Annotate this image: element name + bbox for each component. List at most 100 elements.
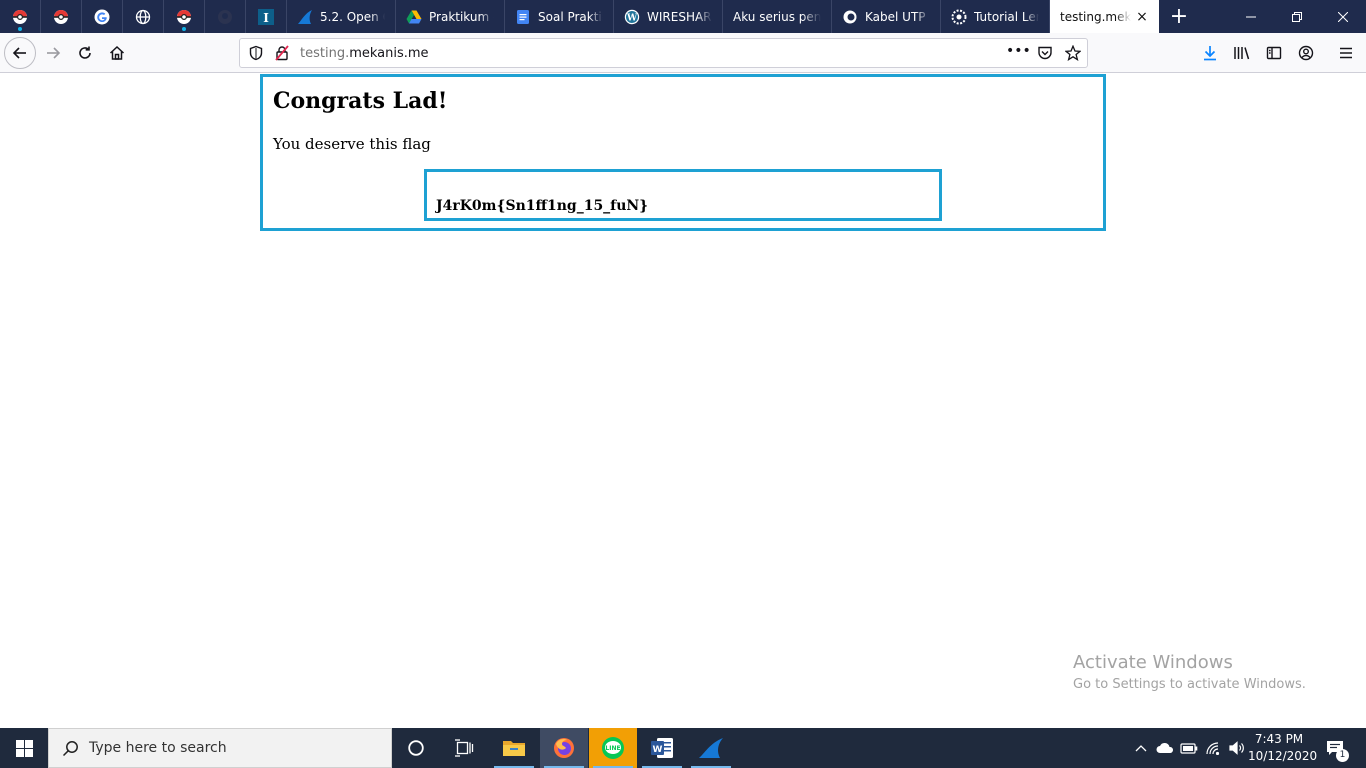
library-icon xyxy=(1234,47,1250,60)
close-tab-icon[interactable]: × xyxy=(1135,9,1149,25)
tab-pinned-1[interactable] xyxy=(0,0,41,33)
onedrive-button[interactable] xyxy=(1154,728,1176,768)
back-button[interactable] xyxy=(4,37,36,69)
volume-button[interactable] xyxy=(1226,728,1248,768)
page-message: You deserve this flag xyxy=(273,135,431,153)
network-button[interactable] xyxy=(1202,728,1224,768)
pokeball-icon xyxy=(53,9,69,25)
home-button[interactable] xyxy=(101,37,133,69)
tab-pinned-5[interactable] xyxy=(164,0,205,33)
word-icon: W xyxy=(651,738,673,758)
tab-active[interactable]: testing.mekan × xyxy=(1050,0,1159,33)
taskbar-search-box[interactable]: Type here to search xyxy=(48,728,392,768)
action-center-button[interactable]: 1 xyxy=(1320,728,1350,768)
tab-label: Kabel UTP ( xyxy=(865,9,930,24)
globe-icon xyxy=(135,9,151,25)
google-drive-icon xyxy=(406,9,422,25)
tab-tutorial[interactable]: Tutorial Len xyxy=(941,0,1050,33)
shark-fin-icon xyxy=(699,738,723,758)
task-view-button[interactable] xyxy=(440,728,488,768)
tab-pinned-2[interactable] xyxy=(41,0,82,33)
tab-aku-serius[interactable]: Aku serius penge xyxy=(723,0,832,33)
notification-count-badge: 1 xyxy=(1336,749,1349,762)
tab-label: Praktikum - xyxy=(429,9,494,24)
wifi-icon xyxy=(1206,742,1220,755)
insecure-lock-icon[interactable] xyxy=(274,45,290,65)
navigation-toolbar: testing.mekanis.me ••• xyxy=(0,33,1366,73)
minimize-button[interactable] xyxy=(1228,0,1274,33)
cortana-button[interactable] xyxy=(392,728,440,768)
url-domain: mekanis.me xyxy=(349,46,429,61)
close-window-button[interactable] xyxy=(1320,0,1366,33)
tab-label: 5.2. Open Ca xyxy=(320,9,385,24)
file-explorer-button[interactable] xyxy=(490,728,538,768)
i-icon: I xyxy=(258,8,274,25)
sidebar-icon xyxy=(1266,46,1282,60)
reload-button[interactable] xyxy=(69,37,101,69)
firefox-icon xyxy=(554,738,574,758)
svg-text:LINE: LINE xyxy=(605,745,620,752)
tab-pinned-4[interactable] xyxy=(123,0,164,33)
taskbar: Type here to search LINE W 7:43 PM 10/12… xyxy=(0,728,1366,768)
app-menu-button[interactable] xyxy=(1330,37,1362,69)
new-tab-button[interactable]: + xyxy=(1159,0,1199,33)
account-button[interactable] xyxy=(1290,37,1322,69)
activation-watermark-subtitle: Go to Settings to activate Windows. xyxy=(1073,677,1306,692)
tracking-shield-icon[interactable] xyxy=(248,45,264,65)
download-arrow-icon xyxy=(1204,46,1216,61)
windows-logo-icon xyxy=(15,739,33,757)
line-icon: LINE xyxy=(602,737,624,759)
tab-pinned-6[interactable] xyxy=(205,0,246,33)
pocket-icon[interactable] xyxy=(1037,45,1053,65)
line-button[interactable]: LINE xyxy=(589,728,637,768)
url-text[interactable]: testing.mekanis.me xyxy=(300,46,429,61)
show-hidden-icons-button[interactable] xyxy=(1131,728,1151,768)
speaker-icon xyxy=(1229,741,1244,755)
search-icon xyxy=(62,740,78,756)
activation-watermark-title: Activate Windows xyxy=(1073,652,1233,673)
file-explorer-icon xyxy=(503,741,525,756)
tab-pinned-3[interactable] xyxy=(82,0,123,33)
account-icon xyxy=(1298,45,1314,61)
taskbar-clock[interactable]: 7:43 PM 10/12/2020 xyxy=(1248,731,1318,765)
shark-fin-icon xyxy=(297,9,313,25)
battery-icon xyxy=(1180,743,1198,754)
pokeball-icon xyxy=(12,9,28,25)
home-icon xyxy=(109,45,125,60)
word-button[interactable]: W xyxy=(638,728,686,768)
page-actions-icon[interactable]: ••• xyxy=(1006,43,1031,59)
tab-label: Aku serius penge xyxy=(733,9,821,24)
tab-kabel-utp[interactable]: Kabel UTP ( xyxy=(832,0,941,33)
forward-button[interactable] xyxy=(37,37,69,69)
cloud-icon xyxy=(1156,742,1174,753)
tab-praktikum[interactable]: Praktikum - xyxy=(396,0,505,33)
site-icon xyxy=(842,9,858,25)
task-view-icon xyxy=(455,739,474,757)
start-button[interactable] xyxy=(0,728,48,768)
svg-text:I: I xyxy=(263,11,269,25)
tab-strip: I 5.2. Open Ca Praktikum - Soal Praktiku… xyxy=(0,0,1366,33)
url-subdomain: testing. xyxy=(300,46,350,61)
library-button[interactable] xyxy=(1226,37,1258,69)
firefox-button[interactable] xyxy=(540,728,588,768)
tab-pinned-7[interactable]: I xyxy=(246,0,287,33)
tab-soal-praktikum[interactable]: Soal Praktiku xyxy=(505,0,614,33)
svg-text:W: W xyxy=(626,13,638,23)
sidebar-button[interactable] xyxy=(1258,37,1290,69)
chevron-up-icon xyxy=(1135,745,1147,752)
github-icon xyxy=(217,9,233,25)
tab-wireshark[interactable]: W WIRESHARK xyxy=(614,0,723,33)
wordpress-icon: W xyxy=(624,9,640,25)
tab-label: WIRESHARK xyxy=(647,9,712,24)
bookmark-star-icon[interactable] xyxy=(1064,44,1082,65)
battery-button[interactable] xyxy=(1178,728,1200,768)
tab-label: Soal Praktiku xyxy=(538,9,603,24)
restore-button[interactable] xyxy=(1274,0,1320,33)
hamburger-menu-icon xyxy=(1340,47,1352,59)
wireshark-button[interactable] xyxy=(687,728,735,768)
url-bar[interactable]: testing.mekanis.me ••• xyxy=(239,38,1088,68)
tab-open-ca[interactable]: 5.2. Open Ca xyxy=(287,0,396,33)
downloads-button[interactable] xyxy=(1194,37,1226,69)
clock-time: 7:43 PM xyxy=(1254,732,1304,746)
clock-date: 10/12/2020 xyxy=(1248,749,1318,763)
